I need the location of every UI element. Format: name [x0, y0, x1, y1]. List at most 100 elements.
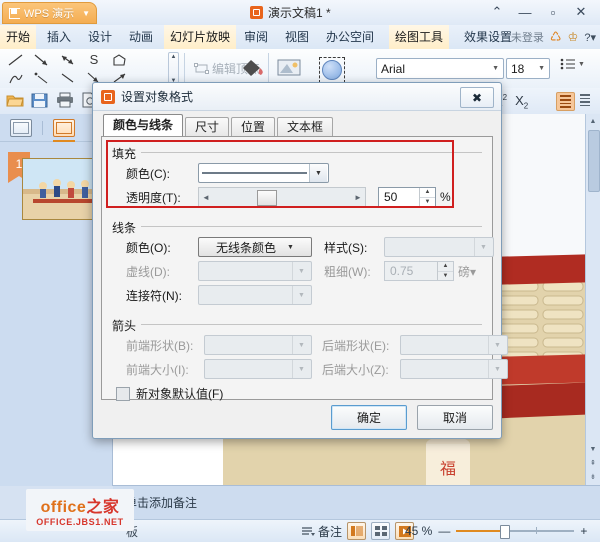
chevron-down-icon[interactable]: ▼ [578, 61, 585, 68]
ribbon-tab-effect-settings[interactable]: 效果设置 [458, 25, 518, 49]
ok-button[interactable]: 确定 [331, 405, 407, 430]
font-size-combo[interactable]: 18 ▼ [506, 58, 550, 79]
open-file-icon[interactable] [6, 92, 24, 110]
chevron-down-icon[interactable]: ▼ [292, 262, 310, 280]
shape-gallery-scroller[interactable]: ▲ ▼ [168, 52, 179, 86]
spinner-up-icon[interactable]: ▲ [420, 188, 435, 198]
zoom-slider-handle[interactable] [500, 525, 511, 539]
line-weight-spin-arrows[interactable]: ▲ ▼ [437, 262, 453, 280]
previous-slide-icon[interactable]: ⇞ [586, 456, 600, 470]
spinner-down-icon[interactable]: ▼ [438, 272, 453, 281]
scrollbar-thumb[interactable] [588, 130, 600, 192]
line-style-combo[interactable]: ▼ [384, 237, 494, 257]
line-arrow-icon[interactable] [56, 69, 80, 86]
ribbon-tab-start[interactable]: 开始 [0, 25, 37, 51]
slides-view-tab[interactable] [53, 118, 75, 142]
chevron-down-icon[interactable]: ▼ [488, 336, 506, 354]
ribbon-tab-insert[interactable]: 插入 [41, 25, 77, 49]
align-left-button[interactable] [556, 92, 575, 111]
chevron-down-icon[interactable]: ▼ [292, 336, 310, 354]
line-dash-combo[interactable]: ▼ [198, 261, 312, 281]
chevron-down-icon[interactable]: ▼ [82, 9, 90, 18]
subscript-button[interactable]: X2 [515, 93, 528, 111]
scribble-shape-icon[interactable] [4, 69, 28, 86]
transparency-spinner[interactable]: 50 ▲ ▼ [378, 187, 436, 207]
dialog-close-button[interactable]: ✖ [460, 87, 494, 108]
chevron-down-icon[interactable]: ▼ [282, 238, 299, 256]
maximize-button[interactable]: ▫ [540, 2, 566, 22]
arrow-shape-icon[interactable] [30, 51, 54, 68]
dotted-arrow-icon[interactable] [30, 69, 54, 86]
fill-color-combo[interactable]: ▼ [198, 163, 329, 183]
transparency-value[interactable]: 50 [379, 190, 419, 204]
slider-right-arrow-icon[interactable]: ► [351, 193, 365, 202]
dialog-tab-position[interactable]: 位置 [231, 117, 276, 137]
ribbon-tab-animation[interactable]: 动画 [123, 25, 159, 49]
new-object-default-checkbox[interactable] [116, 386, 130, 401]
notes-pane[interactable]: 单击添加备注 [113, 485, 600, 520]
print-icon[interactable] [56, 92, 74, 110]
chevron-down-icon[interactable]: ▼ [492, 65, 499, 72]
save-icon[interactable] [31, 92, 49, 110]
ribbon-tab-workspace[interactable]: 办公空间 [320, 25, 380, 49]
cancel-button[interactable]: 取消 [417, 405, 493, 430]
outline-view-tab[interactable] [10, 118, 32, 137]
chevron-down-icon[interactable]: ▼ [538, 65, 545, 72]
chevron-down-icon[interactable]: ▼ [292, 286, 310, 304]
transparency-slider-knob[interactable] [257, 190, 277, 206]
selected-shape-preview[interactable] [319, 57, 345, 83]
begin-arrow-size-combo[interactable]: ▼ [204, 359, 312, 379]
ribbon-tab-review[interactable]: 审阅 [238, 25, 274, 49]
align-other-button[interactable] [580, 94, 590, 107]
zoom-slider[interactable] [456, 525, 575, 539]
trophy-icon[interactable]: ♔ [568, 30, 579, 44]
dialog-tab-colors-and-lines[interactable]: 颜色与线条 [103, 114, 184, 137]
help-icon[interactable]: ?▾ [584, 31, 596, 44]
dialog-tab-textbox[interactable]: 文本框 [277, 117, 334, 137]
line-shape-icon[interactable] [4, 51, 28, 68]
minimize-button[interactable]: — [512, 2, 538, 22]
sync-icon[interactable]: ♺ [550, 29, 562, 45]
freeform-shape-icon[interactable] [108, 51, 132, 68]
transparency-spin-arrows[interactable]: ▲ ▼ [419, 188, 435, 206]
line-weight-value[interactable]: 0.75 [385, 264, 437, 278]
ribbon-tab-slideshow[interactable]: 幻灯片放映 [164, 25, 237, 51]
scroll-up-icon[interactable]: ▲ [586, 114, 600, 128]
spinner-down-icon[interactable]: ▼ [420, 198, 435, 207]
zoom-in-button[interactable]: + [580, 524, 587, 538]
chevron-down-icon[interactable]: ▼ [488, 360, 506, 378]
scroll-up-icon[interactable]: ▲ [171, 53, 177, 61]
normal-view-button[interactable] [347, 522, 367, 540]
format-object-dialog[interactable]: 设置对象格式 ✖ 颜色与线条 尺寸 位置 文本框 填充 颜色(C): ▼ 透明度… [92, 82, 508, 439]
dialog-tab-size[interactable]: 尺寸 [185, 117, 230, 137]
bullet-list-button[interactable]: ▼ [560, 57, 585, 71]
end-arrow-size-combo[interactable]: ▼ [400, 359, 508, 379]
new-object-default-row[interactable]: 新对象默认值(F) [116, 385, 223, 402]
chevron-down-icon[interactable]: ▼ [474, 238, 492, 256]
chevron-down-icon[interactable]: ▼ [309, 164, 327, 182]
line-connector-combo[interactable]: ▼ [198, 285, 312, 305]
curve-shape-icon[interactable]: S [82, 51, 106, 68]
collapse-ribbon-button[interactable]: ⌃ [484, 2, 510, 22]
notes-placeholder[interactable]: 单击添加备注 [125, 494, 197, 511]
spinner-up-icon[interactable]: ▲ [438, 262, 453, 272]
begin-arrow-style-combo[interactable]: ▼ [204, 335, 312, 355]
next-slide-icon[interactable]: ⇟ [586, 470, 600, 484]
account-status-label[interactable]: 未登录 [511, 29, 544, 45]
end-arrow-style-combo[interactable]: ▼ [400, 335, 508, 355]
chevron-down-icon[interactable]: ▼ [292, 360, 310, 378]
double-arrow-shape-icon[interactable] [56, 51, 80, 68]
line-weight-spinner[interactable]: 0.75 ▲ ▼ [384, 261, 454, 281]
ribbon-tab-view[interactable]: 视图 [279, 25, 315, 49]
shape-effects-button[interactable] [276, 55, 304, 81]
ribbon-tab-design[interactable]: 设计 [82, 25, 118, 49]
line-color-combo[interactable]: 无线条颜色 ▼ [198, 237, 312, 257]
slide-sorter-button[interactable] [371, 522, 391, 540]
fill-color-button[interactable] [238, 55, 264, 81]
vertical-scrollbar[interactable]: ▲ ▼ ⇞ ⇟ [585, 114, 600, 486]
font-name-combo[interactable]: Arial ▼ [376, 58, 504, 79]
app-tab-wps[interactable]: WPS 演示 ▼ [2, 2, 97, 24]
slider-left-arrow-icon[interactable]: ◄ [199, 193, 213, 202]
ribbon-tab-drawing-tools[interactable]: 绘图工具 [389, 25, 450, 51]
transparency-slider[interactable]: ◄ ► [198, 187, 366, 207]
